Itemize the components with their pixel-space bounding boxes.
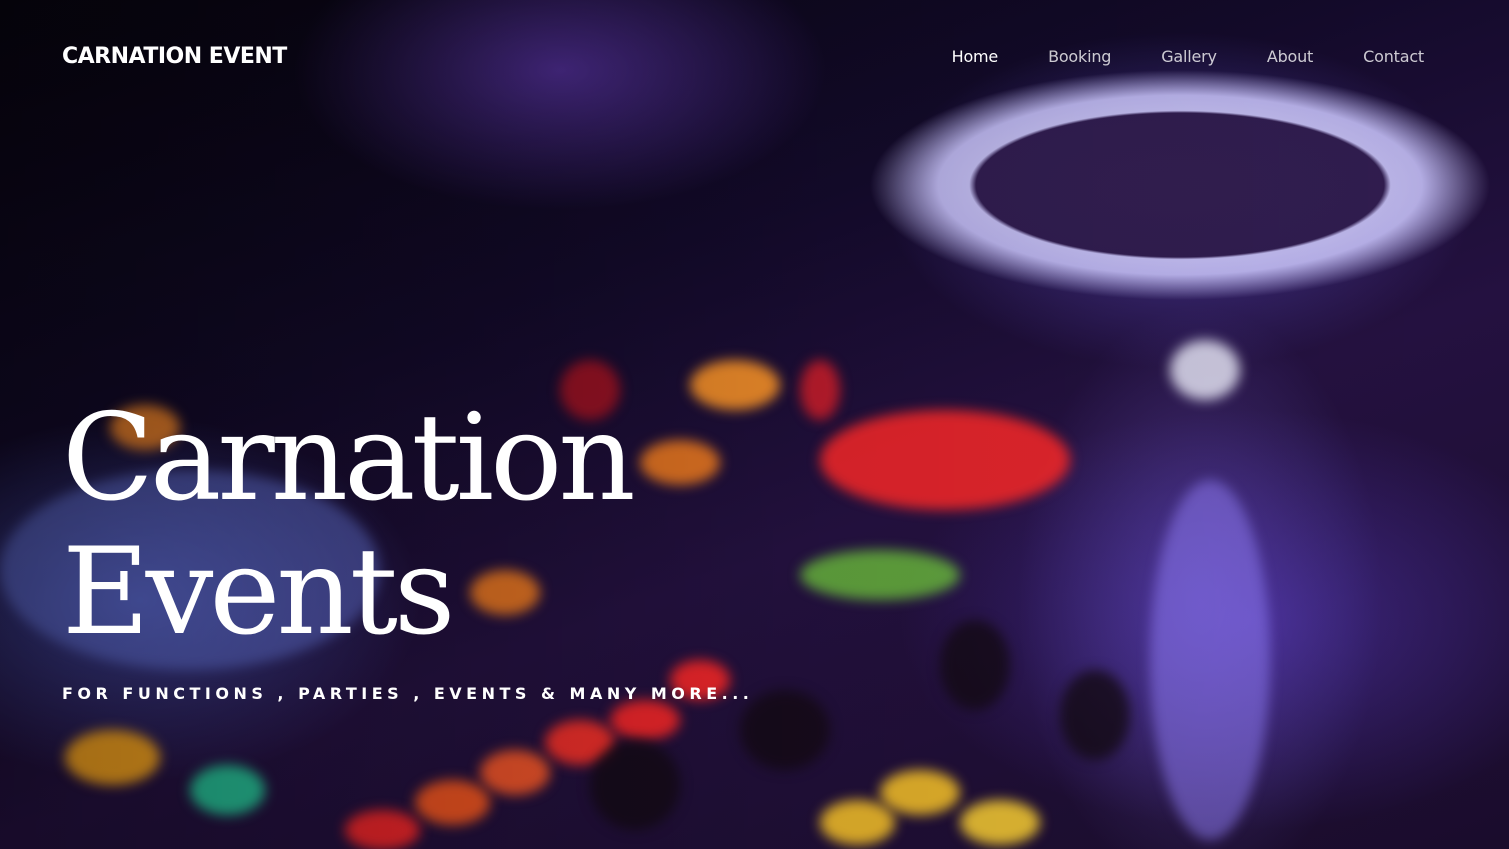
main-nav: Home Booking Gallery About Contact [902, 47, 1425, 66]
hero-tagline: FOR FUNCTIONS , PARTIES , EVENTS & MANY … [62, 684, 754, 703]
brand-logo[interactable]: CARNATION EVENT [62, 44, 287, 69]
nav-contact[interactable]: Contact [1363, 47, 1424, 66]
nav-home[interactable]: Home [952, 47, 999, 66]
nav-booking[interactable]: Booking [1048, 47, 1111, 66]
hero-title: Carnation Events [62, 389, 636, 662]
nav-about[interactable]: About [1267, 47, 1314, 66]
top-navbar: CARNATION EVENT Home Booking Gallery Abo… [0, 0, 1509, 116]
hero-title-line-1: Carnation [62, 389, 636, 528]
nav-gallery[interactable]: Gallery [1161, 47, 1217, 66]
hero-section: CARNATION EVENT Home Booking Gallery Abo… [0, 0, 1509, 849]
hero-title-line-2: Events [62, 523, 455, 662]
